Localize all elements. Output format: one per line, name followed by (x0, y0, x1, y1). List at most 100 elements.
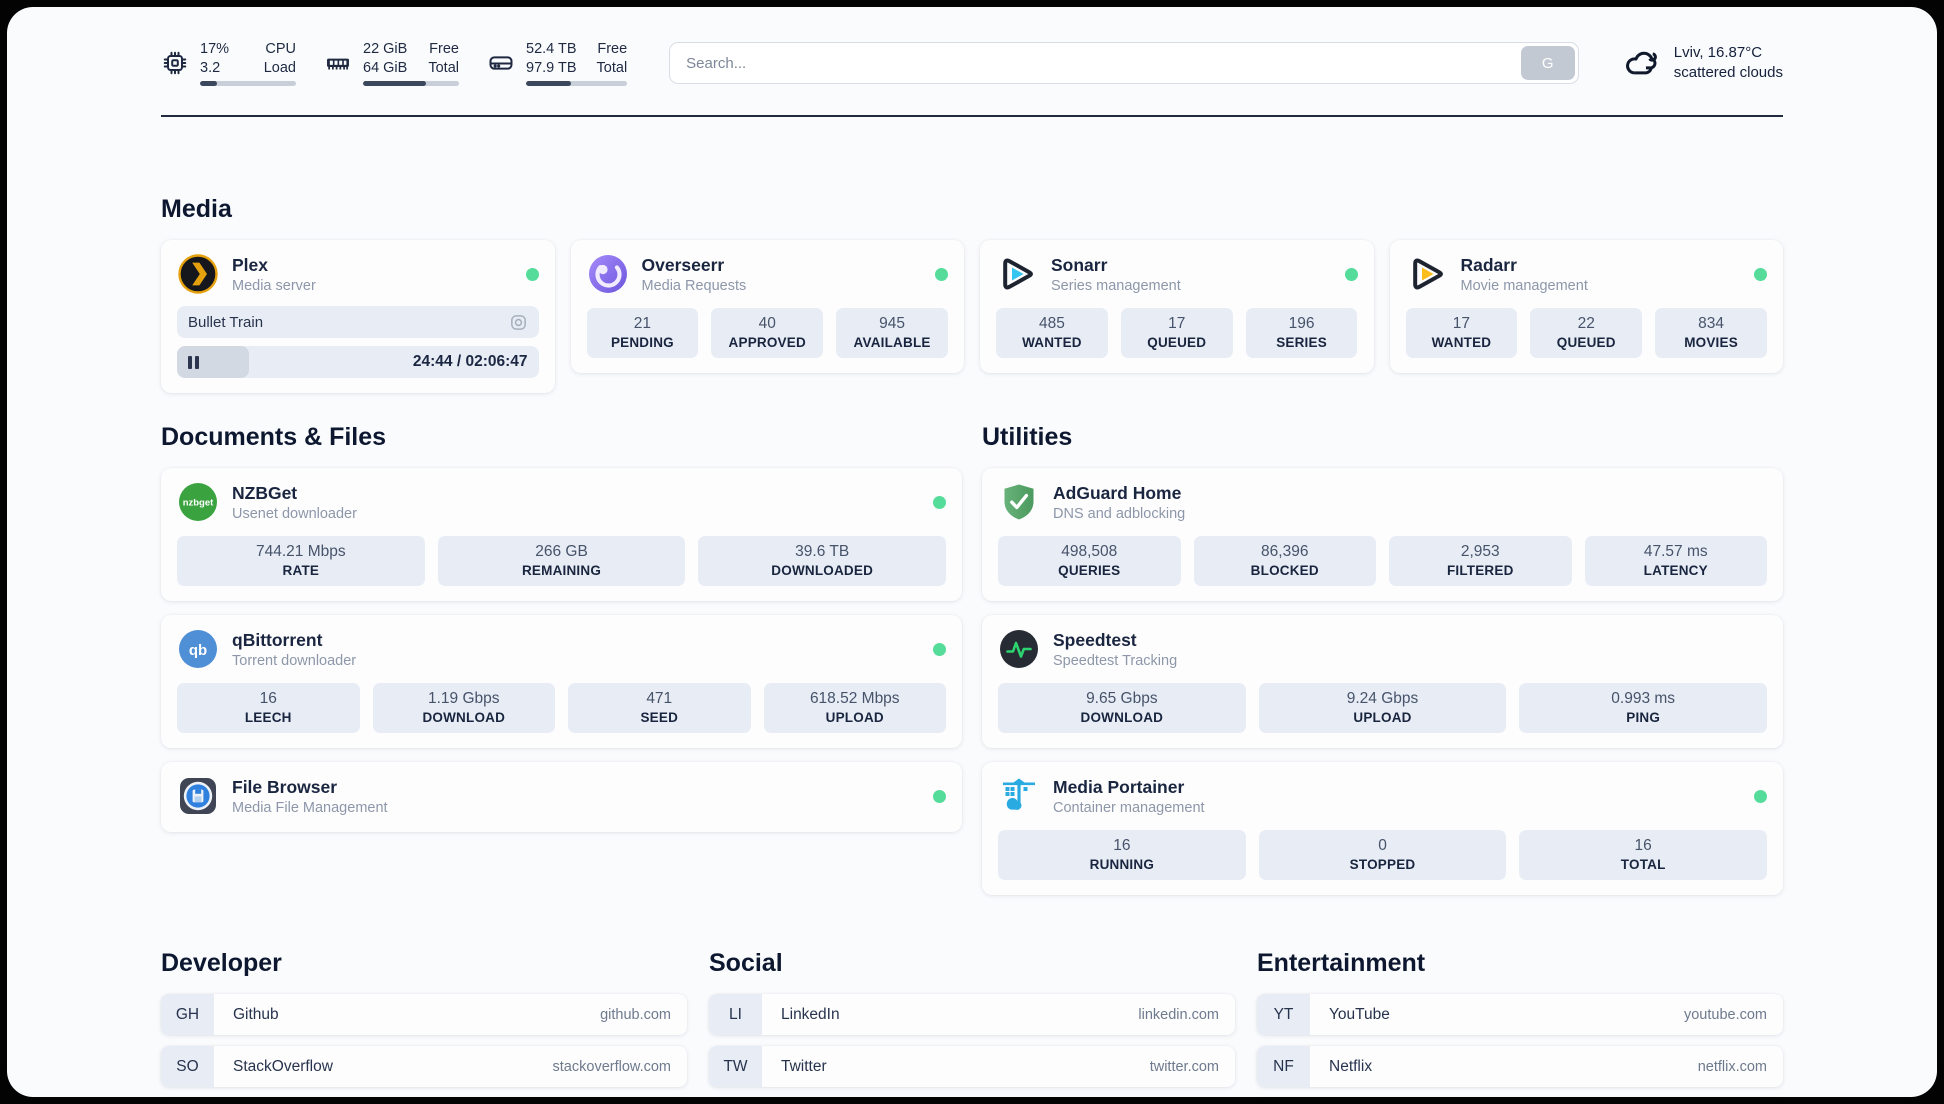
bookmark-group-title: Entertainment (1257, 949, 1426, 977)
service-subtitle: Media server (232, 277, 316, 294)
stat-box-latency: 47.57 ms LATENCY (1584, 536, 1767, 586)
video-session-icon (509, 313, 528, 332)
service-card-speedtest[interactable]: Speedtest Speedtest Tracking 9.65 Gbps DO… (982, 615, 1783, 748)
stat-value: 9.65 Gbps (1086, 690, 1158, 707)
disk-total-value: 97.9 TB (526, 59, 577, 76)
service-stats: 485 WANTED 17 QUEUED 196 SERIES (996, 308, 1358, 358)
service-card-filebrowser[interactable]: File Browser Media File Management (161, 762, 962, 832)
disk-free-value: 52.4 TB (526, 40, 577, 57)
stat-label: UPLOAD (1353, 710, 1412, 725)
utilities-card-stack: AdGuard Home DNS and adblocking 498,508 Q… (982, 468, 1783, 895)
service-name: Sonarr (1051, 254, 1108, 275)
service-stats: 498,508 QUERIES 86,396 BLOCKED 2,953 FILTERED… (998, 536, 1767, 586)
bookmark-link-github[interactable]: GH Github github.com (161, 994, 687, 1035)
stat-box-total: 16 TOTAL (1519, 830, 1768, 880)
section-media: Media Plex Media server Bullet Train 24:… (161, 195, 1783, 393)
bookmark-name: LinkedIn (781, 1005, 840, 1023)
bookmark-link-stackoverflow[interactable]: SO StackOverflow stackoverflow.com (161, 1046, 687, 1087)
bookmark-abbr: NF (1257, 1046, 1310, 1087)
service-name: Plex (232, 254, 268, 275)
service-card-qbittorrent[interactable]: qb qBittorrent Torrent downloader 16 LEEC… (161, 615, 962, 748)
stat-label: UPLOAD (825, 710, 884, 725)
stat-label: AVAILABLE (853, 335, 931, 350)
radarr-icon (1406, 253, 1448, 295)
stat-value: 744.21 Mbps (256, 543, 346, 560)
pause-icon[interactable] (188, 355, 199, 369)
service-card-portainer[interactable]: Media Portainer Container management 16 R… (982, 762, 1783, 895)
stat-value: 196 (1288, 315, 1315, 332)
disk-progress-bar (526, 81, 628, 87)
playback-progress-bar[interactable]: 24:44 / 02:06:47 (177, 346, 539, 378)
stat-box-ping: 0.993 ms PING (1519, 683, 1768, 733)
sonarr-icon (996, 253, 1038, 295)
stat-label: LATENCY (1643, 563, 1708, 578)
status-online-dot (1344, 267, 1358, 281)
service-subtitle: DNS and adblocking (1053, 505, 1186, 522)
bookmark-list: YT YouTube youtube.com NF Netflix netfli… (1257, 994, 1783, 1097)
bookmark-url: twitter.com (1149, 1058, 1219, 1075)
bookmark-abbr: SO (161, 1046, 214, 1087)
bookmark-name: StackOverflow (233, 1057, 333, 1075)
bookmark-link-twitter[interactable]: TW Twitter twitter.com (709, 1046, 1235, 1087)
service-card-adguard[interactable]: AdGuard Home DNS and adblocking 498,508 Q… (982, 468, 1783, 601)
status-online-dot (933, 642, 946, 656)
bookmark-link-netflix[interactable]: NF Netflix netflix.com (1257, 1046, 1783, 1087)
stat-value: 47.57 ms (1643, 543, 1708, 560)
search-input[interactable] (669, 42, 1579, 84)
stat-label: DOWNLOADED (771, 563, 874, 578)
stat-value: 0 (1378, 837, 1387, 854)
status-online-dot (935, 267, 948, 281)
bookmark-name: Github (233, 1005, 279, 1023)
service-card-radarr[interactable]: Radarr Movie management 17 WANTED 22 QUEUED… (1389, 240, 1783, 373)
bookmark-link-linkedin[interactable]: LI LinkedIn linkedin.com (709, 994, 1235, 1035)
stat-label: MOVIES (1684, 335, 1738, 350)
bookmark-abbr: YT (1257, 994, 1310, 1035)
bookmark-list: GH Github github.com SO StackOverflow st… (161, 994, 687, 1097)
header-divider (161, 115, 1783, 117)
status-online-dot (1754, 267, 1767, 281)
weather-condition: scattered clouds (1673, 64, 1783, 81)
stat-value: 834 (1698, 315, 1724, 332)
playback-time: 24:44 / 02:06:47 (412, 353, 528, 370)
section-title-utilities: Utilities (982, 423, 1073, 451)
bookmark-url: youtube.com (1683, 1006, 1767, 1023)
memory-widget: 22 GiB 64 GiB Free Total (324, 40, 459, 87)
documents-card-stack: nzbget NZBGet Usenet downloader 744.21 M… (161, 468, 962, 832)
service-name: NZBGet (232, 482, 298, 503)
stat-label: TOTAL (1620, 857, 1666, 872)
stat-label: QUEUED (1556, 335, 1616, 350)
service-subtitle: Container management (1053, 799, 1205, 816)
memory-progress-fill (363, 81, 427, 87)
stat-label: QUERIES (1058, 563, 1121, 578)
weather-widget[interactable]: Lviv, 16.87°C scattered clouds (1623, 43, 1783, 84)
stat-label: DOWNLOAD (1080, 710, 1164, 725)
bookmark-url: netflix.com (1697, 1058, 1767, 1075)
stat-box-queries: 498,508 QUERIES (998, 536, 1181, 586)
stat-label: PENDING (610, 335, 674, 350)
search-bar: G (669, 42, 1579, 84)
service-subtitle: Movie management (1460, 277, 1588, 294)
now-playing-row: Bullet Train (177, 306, 539, 338)
stat-value: 471 (646, 690, 673, 707)
service-card-plex[interactable]: Plex Media server Bullet Train 24:44 / 0… (161, 240, 555, 393)
bookmark-link-youtube[interactable]: YT YouTube youtube.com (1257, 994, 1783, 1035)
service-subtitle: Usenet downloader (232, 505, 357, 522)
cpu-icon (161, 49, 189, 77)
search-provider-button[interactable]: G (1520, 46, 1575, 80)
service-subtitle: Speedtest Tracking (1053, 652, 1178, 669)
memory-icon (324, 49, 352, 77)
stat-value: 498,508 (1061, 543, 1118, 560)
cpu-percent: 17% (200, 40, 230, 57)
stat-box-running: 16 RUNNING (998, 830, 1246, 880)
bookmark-url: linkedin.com (1138, 1006, 1219, 1023)
service-name: Overseerr (641, 254, 725, 275)
service-card-nzbget[interactable]: nzbget NZBGet Usenet downloader 744.21 M… (161, 468, 962, 601)
svg-text:qb: qb (189, 642, 207, 659)
cloud-icon (1623, 44, 1661, 82)
stat-value: 266 GB (535, 543, 588, 560)
bookmarks-row: Developer GH Github github.com SO StackO… (161, 949, 1783, 1097)
media-card-grid: Plex Media server Bullet Train 24:44 / 0… (161, 240, 1783, 393)
service-card-overseerr[interactable]: Overseerr Media Requests 21 PENDING 40 APPR… (570, 240, 964, 373)
service-card-sonarr[interactable]: Sonarr Series management 485 WANTED 17 QUEU… (980, 240, 1374, 373)
stat-value: 17 (1168, 315, 1186, 332)
